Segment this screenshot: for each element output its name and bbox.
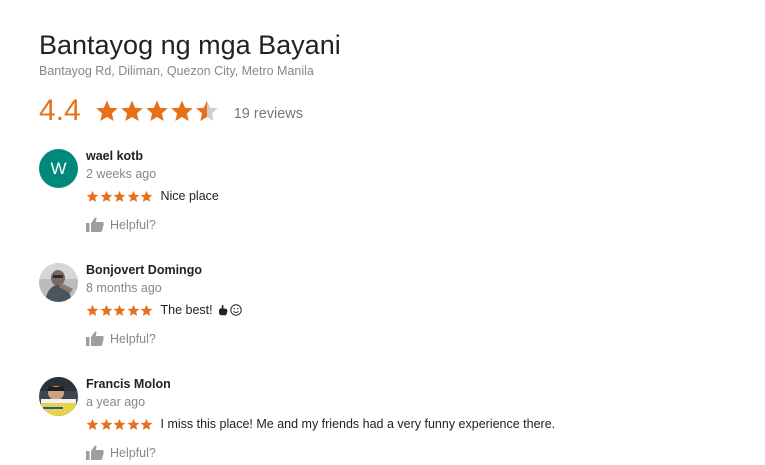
- star-icon: [100, 304, 112, 316]
- review-stars: [86, 418, 154, 431]
- review-time: 2 weeks ago: [86, 167, 157, 181]
- star-icon: [140, 190, 153, 202]
- star-icon: [140, 418, 153, 430]
- helpful-label: Helpful?: [110, 445, 156, 460]
- pointing-hand-emoji-icon: [218, 304, 228, 316]
- average-rating-stars: [95, 99, 220, 123]
- review-emoji: [217, 304, 243, 316]
- star-icon: [86, 190, 99, 202]
- star-icon: [95, 100, 118, 121]
- helpful-button[interactable]: Helpful?: [86, 445, 156, 460]
- review-time: a year ago: [86, 395, 146, 409]
- reviewer-name[interactable]: wael kotb: [86, 149, 143, 163]
- thumbs-up-icon: [86, 217, 104, 232]
- helpful-label: Helpful?: [110, 331, 156, 346]
- half-star-icon: [195, 100, 218, 121]
- review-rating-and-text: The best!: [86, 303, 243, 317]
- place-reviews-panel: Bantayog ng mga Bayani Bantayog Rd, Dili…: [0, 0, 765, 465]
- star-icon: [127, 418, 139, 430]
- thumbs-up-icon: [86, 445, 104, 460]
- star-icon: [140, 304, 153, 316]
- star-icon: [86, 418, 99, 430]
- helpful-button[interactable]: Helpful?: [86, 331, 156, 346]
- review-count-link[interactable]: 19 reviews: [234, 101, 303, 122]
- smiling-face-emoji-icon: [229, 304, 242, 316]
- star-icon: [100, 190, 112, 202]
- avatar-photo: [39, 263, 78, 302]
- avatar[interactable]: [39, 263, 78, 302]
- review-rating-and-text: I miss this place! Me and my friends had…: [86, 417, 555, 431]
- avatar[interactable]: [39, 377, 78, 416]
- star-icon: [113, 304, 126, 316]
- star-icon: [113, 190, 126, 202]
- review-stars: [86, 304, 154, 317]
- review-time: 8 months ago: [86, 281, 162, 295]
- thumbs-up-icon: [86, 331, 104, 346]
- star-icon: [113, 418, 126, 430]
- helpful-label: Helpful?: [110, 217, 156, 232]
- average-rating: 4.4: [39, 94, 81, 127]
- review-text: Nice place: [160, 189, 219, 203]
- rating-summary: 4.4 19 reviews: [39, 94, 303, 128]
- review-text: The best!: [160, 303, 213, 317]
- star-icon: [86, 304, 99, 316]
- star-icon: [127, 304, 139, 316]
- helpful-button[interactable]: Helpful?: [86, 217, 156, 232]
- star-icon: [100, 418, 112, 430]
- avatar-photo: [39, 377, 78, 416]
- star-icon: [145, 100, 168, 121]
- star-icon: [127, 190, 139, 202]
- place-title: Bantayog ng mga Bayani: [39, 30, 341, 60]
- reviewer-name[interactable]: Bonjovert Domingo: [86, 263, 202, 277]
- reviewer-name[interactable]: Francis Molon: [86, 377, 171, 391]
- review-stars: [86, 190, 154, 203]
- review-text: I miss this place! Me and my friends had…: [160, 417, 556, 431]
- review-rating-and-text: Nice place: [86, 189, 219, 203]
- avatar[interactable]: W: [39, 149, 78, 188]
- star-icon: [170, 100, 193, 121]
- star-icon: [120, 100, 143, 121]
- place-address: Bantayog Rd, Diliman, Quezon City, Metro…: [39, 64, 314, 78]
